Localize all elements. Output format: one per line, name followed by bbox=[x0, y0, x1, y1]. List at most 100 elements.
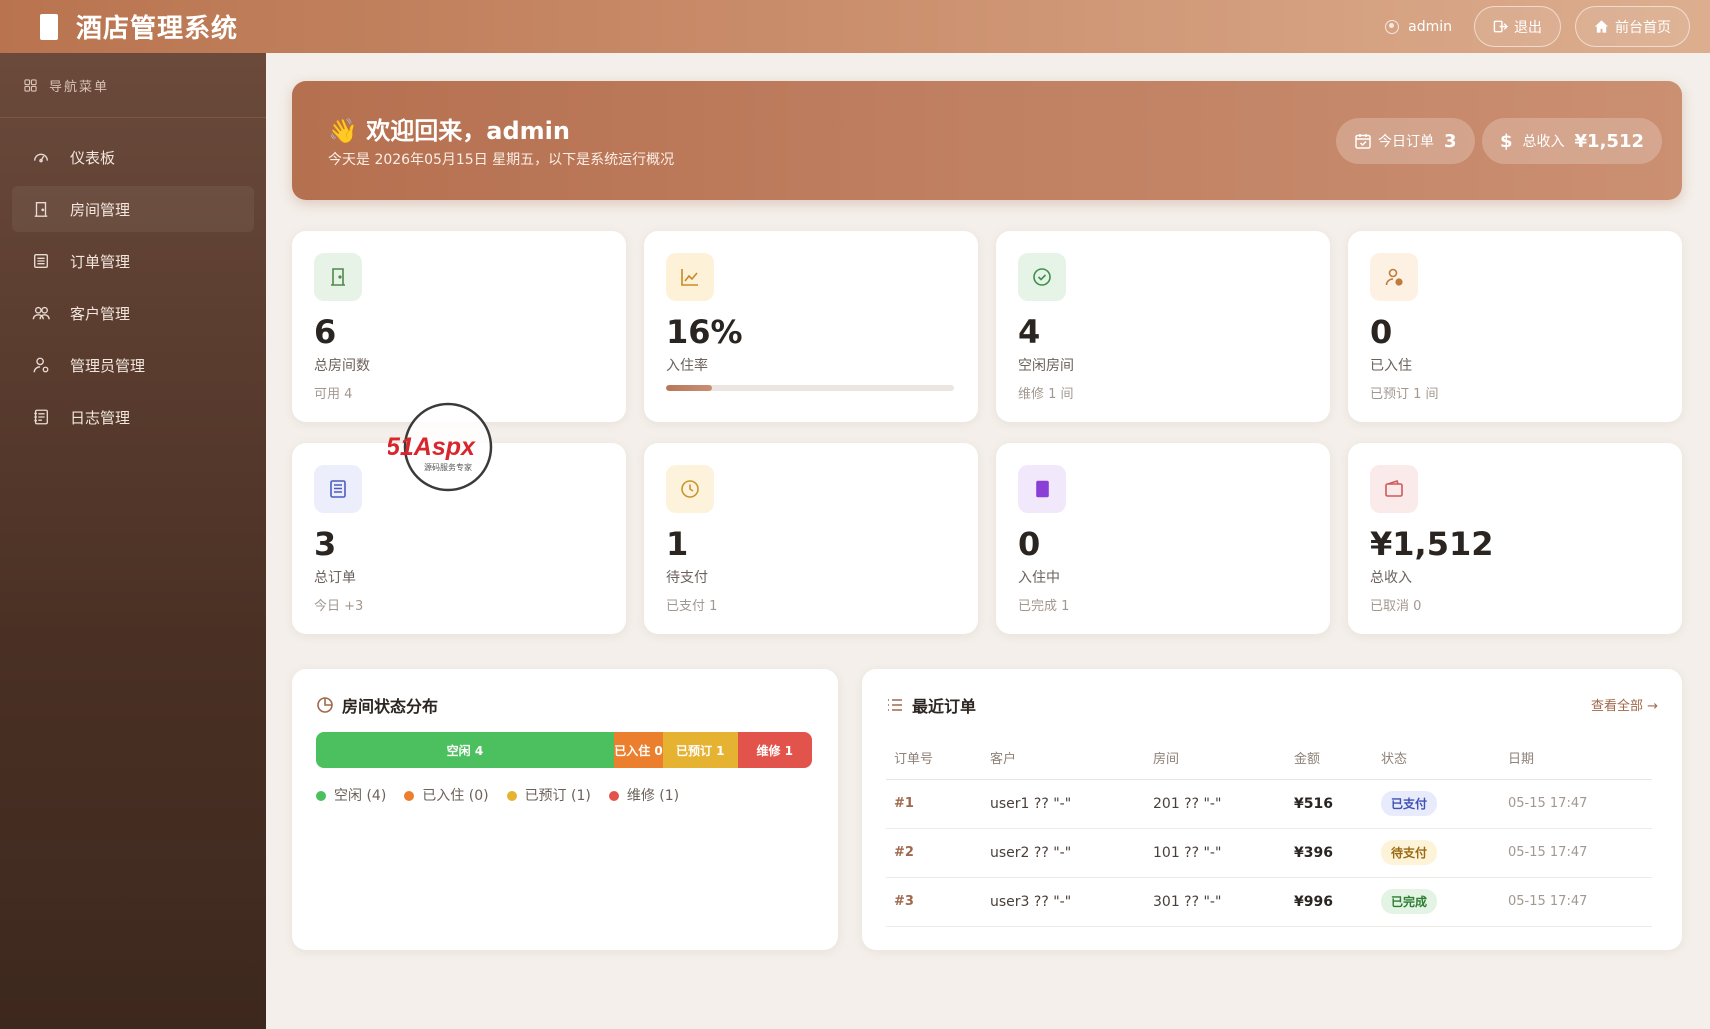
clock-icon bbox=[681, 480, 699, 498]
col-order-id: 订单号 bbox=[886, 737, 982, 780]
status-badge: 已支付 bbox=[1381, 791, 1438, 816]
stat-sub: 今日 +3 bbox=[314, 599, 364, 614]
stat-label: 入住率 bbox=[666, 358, 708, 374]
legend-item-free: 空闲 (4) bbox=[316, 785, 386, 805]
order-date: 05-15 17:47 bbox=[1500, 877, 1652, 927]
status-badge: 已完成 bbox=[1381, 889, 1438, 914]
stat-card-total-orders: 3 总订单 今日 +3 bbox=[292, 443, 626, 634]
order-amount: ¥396 bbox=[1286, 828, 1373, 878]
stat-value: ¥1,512 bbox=[1370, 525, 1494, 563]
stat-label: 总收入 bbox=[1370, 570, 1412, 586]
logout-icon bbox=[1493, 20, 1508, 33]
welcome-subtitle: 今天是 2026年05月15日 星期五，以下是系统运行概况 bbox=[328, 152, 675, 168]
stat-card-free-rooms: 4 空闲房间 维修 1 间 bbox=[996, 231, 1330, 422]
room-status-title: 房间状态分布 bbox=[316, 693, 438, 717]
customers-icon bbox=[32, 306, 50, 320]
stat-card-total-revenue: ¥1,512 总收入 已取消 0 bbox=[1348, 443, 1682, 634]
order-date: 05-15 17:47 bbox=[1500, 828, 1652, 878]
wallet-icon bbox=[1385, 479, 1403, 497]
stat-card-occupancy: 16% 入住率 bbox=[644, 231, 978, 422]
status-segment-free: 空闲 4 bbox=[316, 732, 614, 768]
occupancy-progress-bar bbox=[666, 385, 954, 391]
status-segment-occupied: 已入住 0 bbox=[613, 732, 664, 768]
col-date: 日期 bbox=[1500, 737, 1652, 780]
today-orders-pill[interactable]: 今日订单 3 bbox=[1336, 118, 1475, 164]
room-status-legend: 空闲 (4) 已入住 (0) 已预订 (1) 维修 (1) bbox=[316, 785, 679, 805]
hotel-logo-icon bbox=[40, 13, 58, 40]
stat-sub: 已取消 0 bbox=[1370, 599, 1422, 614]
stat-value: 6 bbox=[314, 313, 337, 351]
welcome-title: 👋 欢迎回来，admin bbox=[328, 117, 570, 145]
sidebar-item-admins[interactable]: 管理员管理 bbox=[12, 342, 254, 388]
order-customer: user3 ?? "-" bbox=[982, 877, 1145, 927]
calendar-check-icon bbox=[1355, 134, 1371, 149]
view-all-orders-link[interactable]: 查看全部 → bbox=[1591, 695, 1658, 714]
sidebar-item-orders[interactable]: 订单管理 bbox=[12, 238, 254, 284]
table-row[interactable]: #1 user1 ?? "-" 201 ?? "-" ¥516 已支付 05-1… bbox=[886, 779, 1652, 829]
home-icon bbox=[1594, 20, 1609, 33]
current-user: admin bbox=[1385, 19, 1452, 35]
order-customer: user2 ?? "-" bbox=[982, 828, 1145, 878]
stat-card-staying: 0 入住中 已完成 1 bbox=[996, 443, 1330, 634]
recent-orders-title: 最近订单 bbox=[886, 693, 976, 717]
order-amount: ¥516 bbox=[1286, 779, 1373, 829]
stat-value: 3 bbox=[314, 525, 337, 563]
col-amount: 金额 bbox=[1286, 737, 1373, 780]
order-room: 301 ?? "-" bbox=[1145, 877, 1286, 927]
admin-icon bbox=[33, 357, 49, 373]
table-header-row: 订单号 客户 房间 金额 状态 日期 bbox=[886, 737, 1652, 780]
stat-value: 4 bbox=[1018, 313, 1041, 351]
chart-line-icon bbox=[681, 269, 698, 286]
recent-orders-table: 订单号 客户 房间 金额 状态 日期 #1 user1 ?? "-" 201 ?… bbox=[886, 737, 1652, 927]
door-icon bbox=[331, 268, 345, 286]
status-segment-maintenance: 维修 1 bbox=[737, 732, 812, 768]
sidebar-item-dashboard[interactable]: 仪表板 bbox=[12, 134, 254, 180]
stat-label: 待支付 bbox=[666, 570, 708, 586]
total-revenue-pill[interactable]: $ 总收入 ¥1,512 bbox=[1482, 118, 1662, 164]
sidebar-item-logs[interactable]: 日志管理 bbox=[12, 394, 254, 440]
top-bar: 酒店管理系统 admin 退出 前台首页 bbox=[0, 0, 1710, 53]
table-row[interactable]: #3 user3 ?? "-" 301 ?? "-" ¥996 已完成 05-1… bbox=[886, 877, 1652, 927]
order-date: 05-15 17:47 bbox=[1500, 779, 1652, 829]
table-row[interactable]: #2 user2 ?? "-" 101 ?? "-" ¥396 待支付 05-1… bbox=[886, 828, 1652, 878]
room-status-bar: 空闲 4 已入住 0 已预订 1 维修 1 bbox=[316, 732, 812, 768]
sidebar-item-customers[interactable]: 客户管理 bbox=[12, 290, 254, 336]
stat-label: 入住中 bbox=[1018, 570, 1060, 586]
col-room: 房间 bbox=[1145, 737, 1286, 780]
pie-chart-icon bbox=[317, 697, 333, 713]
col-customer: 客户 bbox=[982, 737, 1145, 780]
sidebar-item-rooms[interactable]: 房间管理 bbox=[12, 186, 254, 232]
check-circle-icon bbox=[1033, 268, 1051, 286]
app-title: 酒店管理系统 bbox=[76, 14, 239, 44]
dollar-icon: $ bbox=[1500, 130, 1513, 152]
logout-button[interactable]: 退出 bbox=[1474, 6, 1561, 47]
username: admin bbox=[1408, 18, 1452, 35]
order-room: 101 ?? "-" bbox=[1145, 828, 1286, 878]
stat-card-checked-in: 0 已入住 已预订 1 间 bbox=[1348, 231, 1682, 422]
stat-value: 0 bbox=[1370, 313, 1393, 351]
order-id[interactable]: #2 bbox=[886, 828, 982, 878]
door-icon bbox=[34, 202, 48, 217]
brand[interactable]: 酒店管理系统 bbox=[20, 8, 238, 45]
list-icon bbox=[888, 699, 902, 711]
stat-sub: 已完成 1 bbox=[1018, 599, 1070, 614]
stat-card-pending-payment: 1 待支付 已支付 1 bbox=[644, 443, 978, 634]
log-icon bbox=[34, 409, 48, 425]
stat-value: 0 bbox=[1018, 525, 1041, 563]
legend-item-occupied: 已入住 (0) bbox=[404, 785, 489, 805]
stat-value: 1 bbox=[666, 525, 689, 563]
status-badge: 待支付 bbox=[1381, 840, 1438, 865]
stat-label: 总订单 bbox=[314, 570, 356, 586]
order-id[interactable]: #3 bbox=[886, 877, 982, 927]
stat-label: 已入住 bbox=[1370, 358, 1412, 374]
stat-label: 空闲房间 bbox=[1018, 358, 1074, 374]
welcome-banner: 👋 欢迎回来，admin 今天是 2026年05月15日 星期五，以下是系统运行… bbox=[292, 81, 1682, 200]
sidebar-heading: 导航菜单 bbox=[0, 53, 266, 118]
room-status-panel: 房间状态分布 空闲 4 已入住 0 已预订 1 维修 1 空闲 (4) 已入住 … bbox=[292, 669, 838, 950]
order-amount: ¥996 bbox=[1286, 877, 1373, 927]
frontpage-button[interactable]: 前台首页 bbox=[1575, 6, 1690, 47]
order-customer: user1 ?? "-" bbox=[982, 779, 1145, 829]
order-id[interactable]: #1 bbox=[886, 779, 982, 829]
order-icon bbox=[34, 254, 48, 268]
stat-sub: 维修 1 间 bbox=[1018, 387, 1074, 402]
